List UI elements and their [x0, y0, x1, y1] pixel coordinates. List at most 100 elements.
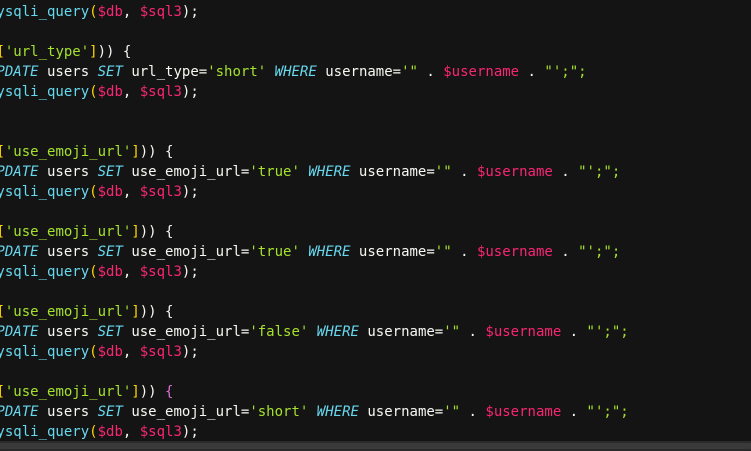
code-token: $db [97, 4, 123, 20]
code-token: ] [131, 224, 140, 240]
code-token: username= [350, 244, 435, 260]
code-token: '" [434, 164, 452, 180]
code-token: $sql3 [139, 184, 182, 200]
code-token: 'use_emoji_url' [4, 304, 132, 320]
code-token: . [561, 324, 587, 340]
code-line: T['use_emoji_url'])) { [0, 222, 751, 242]
code-token: $db [97, 84, 123, 100]
code-line: T['use_emoji_url'])) { [0, 382, 751, 402]
code-token: ); [181, 264, 199, 280]
code-token: use_emoji_url= [122, 244, 250, 260]
code-token: "';"; [578, 244, 621, 260]
code-token: "';"; [544, 64, 587, 80]
code-token: ] [131, 384, 140, 400]
code-line: T['use_emoji_url'])) { [0, 142, 751, 162]
horizontal-scrollbar[interactable] [0, 441, 751, 451]
code-token: )) { [139, 304, 174, 320]
code-token: WHERE [308, 244, 351, 260]
code-token: . [460, 324, 486, 340]
code-token: WHERE [308, 164, 351, 180]
code-token: $sql3 [139, 84, 182, 100]
code-line: mysqli_query($db, $sql3); [0, 342, 751, 362]
code-token: UPDATE [0, 404, 39, 420]
code-token: ( [89, 84, 98, 100]
code-line: mysqli_query($db, $sql3); [0, 262, 751, 282]
code-token: 'false' [249, 324, 309, 340]
code-token: )) { [139, 144, 174, 160]
code-token: mysqli_query [0, 344, 90, 360]
code-line: UPDATE users SET use_emoji_url='false' W… [0, 322, 751, 342]
code-token: . [519, 64, 545, 80]
code-line: UPDATE users SET use_emoji_url='short' W… [0, 402, 751, 422]
code-token: mysqli_query [0, 264, 90, 280]
code-token: UPDATE [0, 164, 39, 180]
code-token: , [122, 264, 140, 280]
code-token: SET [97, 64, 123, 80]
code-token: SET [97, 164, 123, 180]
code-token: . [561, 404, 587, 420]
code-token: 'short' [207, 64, 267, 80]
code-token: { [165, 384, 174, 400]
code-token: 'url_type' [4, 44, 90, 60]
code-token: , [122, 4, 140, 20]
code-token: $db [97, 344, 123, 360]
code-token: SET [97, 404, 123, 420]
code-line: UPDATE users SET use_emoji_url='true' WH… [0, 242, 751, 262]
code-token: UPDATE [0, 244, 39, 260]
code-token: , [122, 184, 140, 200]
code-token: mysqli_query [0, 84, 90, 100]
code-token: $username [485, 404, 562, 420]
code-token: . [451, 244, 477, 260]
code-token: username= [316, 64, 402, 80]
code-token: SET [97, 324, 123, 340]
code-token: $sql3 [139, 4, 182, 20]
code-token: 'use_emoji_url' [4, 144, 132, 160]
code-token: "';"; [586, 404, 629, 420]
code-token: 'true' [249, 244, 300, 260]
code-token: . [552, 244, 579, 260]
code-editor[interactable]: mysqli_query($db, $sql3); T['url_type'])… [0, 0, 751, 441]
code-token: url_type= [122, 64, 208, 80]
code-token: UPDATE [0, 324, 39, 340]
code-token: 'short' [249, 404, 309, 420]
code-token: SET [97, 244, 123, 260]
code-token: users [38, 404, 98, 420]
code-token: username= [350, 164, 435, 180]
code-token: $sql3 [139, 424, 182, 440]
code-line: mysqli_query($db, $sql3); [0, 422, 751, 441]
code-token: use_emoji_url= [122, 324, 250, 340]
code-token: ( [89, 424, 98, 440]
code-lines[interactable]: mysqli_query($db, $sql3); T['url_type'])… [0, 2, 751, 441]
code-line: UPDATE users SET url_type='short' WHERE … [0, 62, 751, 82]
code-token: use_emoji_url= [122, 404, 250, 420]
code-token: '" [401, 64, 418, 80]
code-token: ); [181, 424, 199, 440]
code-token: 'use_emoji_url' [4, 384, 132, 400]
code-token: username= [358, 324, 444, 340]
scrollbar-thumb[interactable] [0, 443, 751, 449]
code-token: $sql3 [139, 344, 182, 360]
code-token: ); [181, 4, 199, 20]
code-token: ( [89, 264, 98, 280]
code-token: users [38, 324, 98, 340]
code-token: 'true' [249, 164, 300, 180]
code-token: . [451, 164, 477, 180]
code-token: mysqli_query [0, 4, 90, 20]
code-token: ); [181, 184, 199, 200]
code-token: . [417, 64, 444, 80]
code-token: UPDATE [0, 64, 39, 80]
code-token: $sql3 [139, 264, 182, 280]
code-token: )) { [97, 44, 132, 60]
code-token: , [122, 84, 140, 100]
code-token: use_emoji_url= [122, 164, 250, 180]
code-token: users [38, 244, 98, 260]
code-token: $username [485, 324, 562, 340]
code-token: ( [89, 184, 98, 200]
